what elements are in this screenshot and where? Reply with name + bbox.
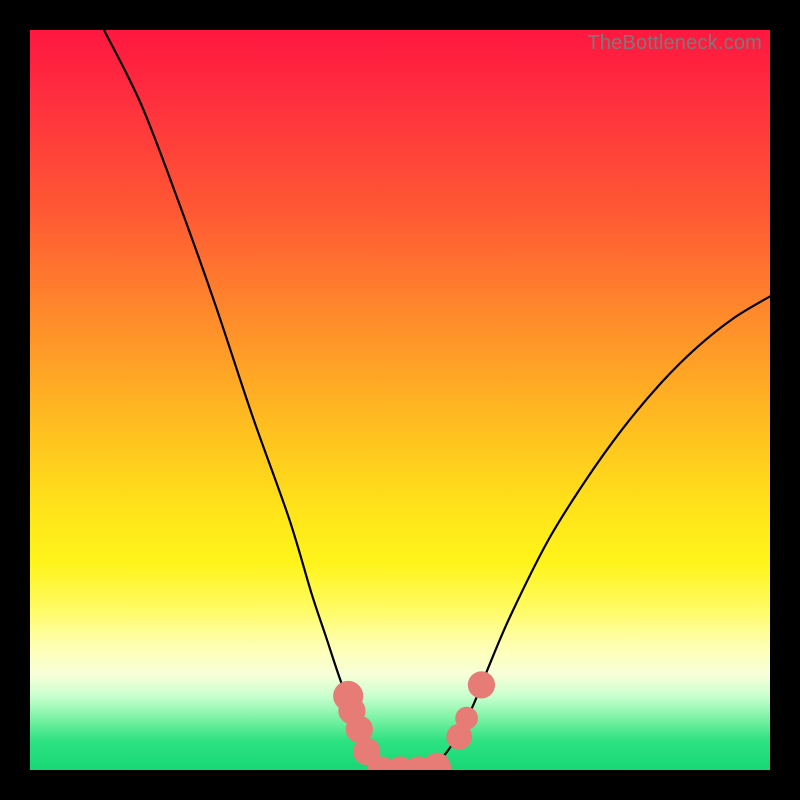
plot-area: TheBottleneck.com bbox=[30, 30, 770, 770]
right-cluster-1 bbox=[446, 724, 472, 750]
left-cluster-4 bbox=[353, 738, 380, 765]
curve-layer bbox=[30, 30, 770, 770]
left-cluster-1 bbox=[333, 681, 363, 711]
trough-4 bbox=[423, 753, 450, 770]
trough-rail bbox=[374, 768, 444, 770]
right-cluster-3 bbox=[468, 671, 495, 698]
chart-frame: TheBottleneck.com bbox=[0, 0, 800, 800]
bottleneck-curve bbox=[104, 30, 770, 770]
trough-1 bbox=[368, 756, 395, 770]
trough-2 bbox=[386, 756, 413, 770]
left-cluster-2 bbox=[338, 697, 365, 724]
trough-rail-line bbox=[374, 768, 444, 770]
marker-group bbox=[333, 671, 495, 770]
left-cluster-3 bbox=[346, 716, 373, 743]
trough-3 bbox=[405, 756, 432, 770]
watermark-text: TheBottleneck.com bbox=[587, 32, 762, 55]
right-cluster-2 bbox=[455, 707, 478, 730]
